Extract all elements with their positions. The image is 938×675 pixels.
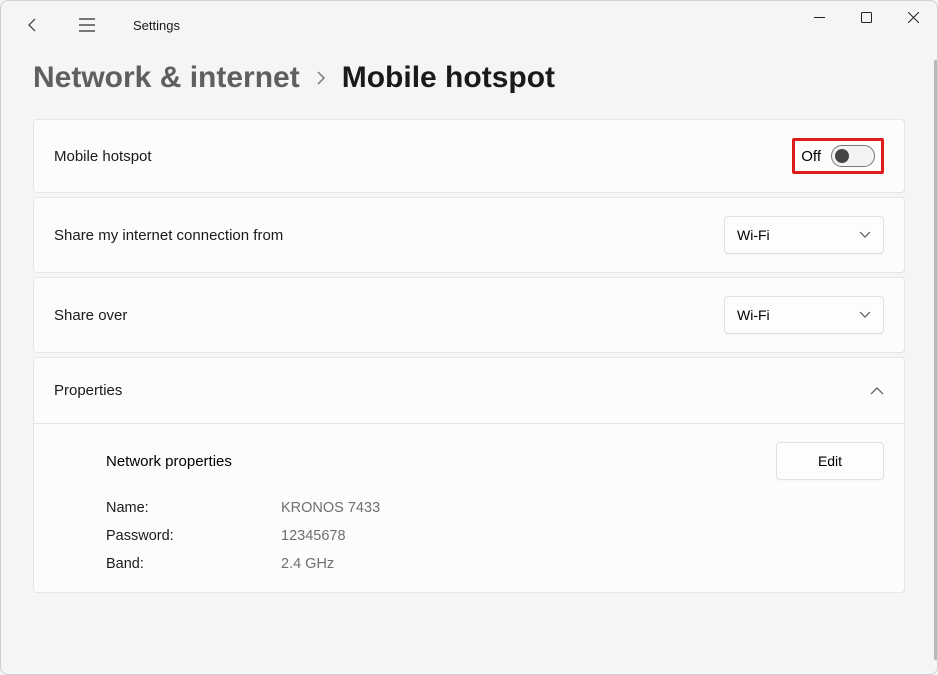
share-over-row: Share over Wi-Fi xyxy=(34,278,904,352)
chevron-right-icon xyxy=(316,70,326,86)
titlebar: Settings xyxy=(1,1,937,49)
prop-band-val: 2.4 GHz xyxy=(281,556,884,572)
close-button[interactable] xyxy=(890,1,937,33)
close-icon xyxy=(908,12,919,23)
hotspot-toggle-highlight: Off xyxy=(792,138,884,174)
hotspot-label: Mobile hotspot xyxy=(54,148,152,165)
prop-band-key: Band: xyxy=(106,556,281,572)
maximize-button[interactable] xyxy=(843,1,890,33)
share-over-label: Share over xyxy=(54,307,127,324)
app-title: Settings xyxy=(133,18,180,33)
chevron-down-icon xyxy=(859,311,871,319)
toggle-state-text: Off xyxy=(801,148,821,165)
share-from-row: Share my internet connection from Wi-Fi xyxy=(34,198,904,272)
share-from-label: Share my internet connection from xyxy=(54,227,283,244)
prop-name-val: KRONOS 7433 xyxy=(281,500,884,516)
breadcrumb-parent[interactable]: Network & internet xyxy=(33,61,300,95)
share-from-value: Wi-Fi xyxy=(737,227,770,243)
hotspot-toggle-row: Mobile hotspot Off xyxy=(34,120,904,192)
prop-password-key: Password: xyxy=(106,528,281,544)
properties-title: Properties xyxy=(54,382,122,399)
breadcrumb: Network & internet Mobile hotspot xyxy=(33,61,905,95)
menu-button[interactable] xyxy=(69,7,105,43)
scrollbar[interactable] xyxy=(934,60,937,660)
network-properties-label: Network properties xyxy=(106,453,232,470)
chevron-up-icon xyxy=(870,386,884,395)
back-button[interactable] xyxy=(15,7,51,43)
prop-password-val: 12345678 xyxy=(281,528,884,544)
page-title: Mobile hotspot xyxy=(342,61,555,95)
share-over-value: Wi-Fi xyxy=(737,307,770,323)
minimize-icon xyxy=(814,12,825,23)
prop-name-key: Name: xyxy=(106,500,281,516)
back-icon xyxy=(25,17,41,33)
hamburger-icon xyxy=(79,18,95,32)
minimize-button[interactable] xyxy=(796,1,843,33)
maximize-icon xyxy=(861,12,872,23)
toggle-knob xyxy=(835,149,849,163)
edit-button[interactable]: Edit xyxy=(776,442,884,480)
chevron-down-icon xyxy=(859,231,871,239)
share-over-dropdown[interactable]: Wi-Fi xyxy=(724,296,884,334)
share-from-dropdown[interactable]: Wi-Fi xyxy=(724,216,884,254)
hotspot-toggle[interactable] xyxy=(831,145,875,167)
properties-expander[interactable]: Properties xyxy=(34,358,904,424)
